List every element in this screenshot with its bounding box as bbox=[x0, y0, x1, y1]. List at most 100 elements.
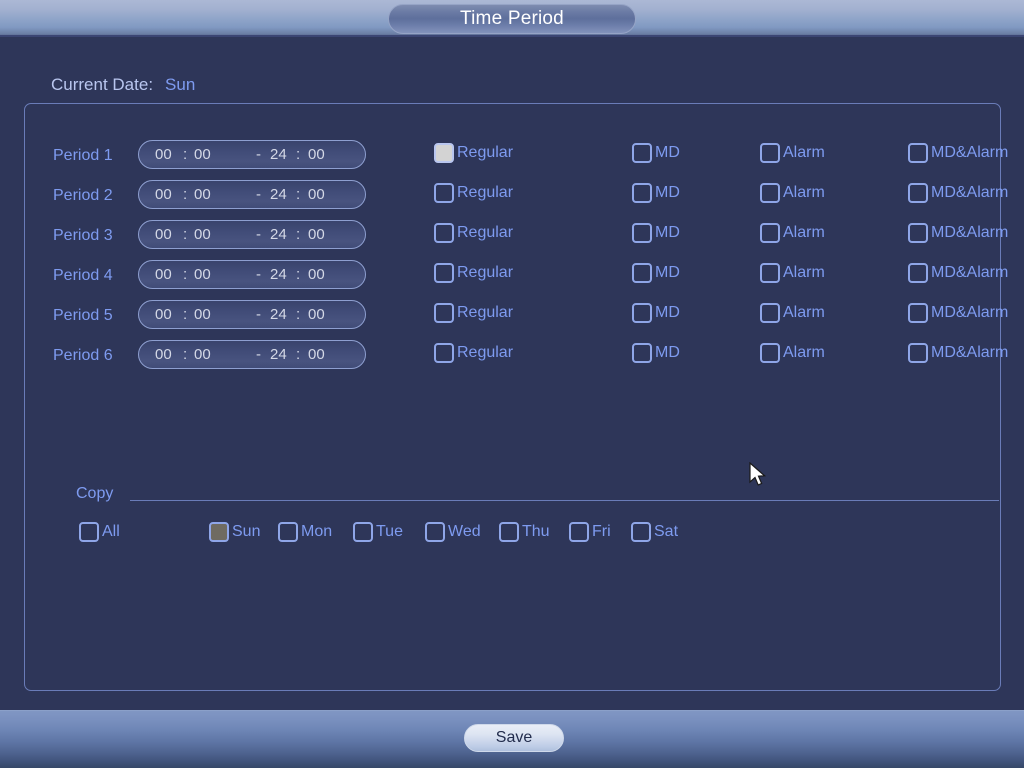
start-hour-input[interactable]: 00 bbox=[155, 146, 172, 163]
end-minute-input[interactable]: 00 bbox=[308, 266, 325, 283]
start-minute-input[interactable]: 00 bbox=[194, 266, 211, 283]
period-time-range-field[interactable]: 00:00-24:00 bbox=[138, 260, 366, 289]
time-colon-2: : bbox=[296, 226, 301, 243]
period-time-range-field[interactable]: 00:00-24:00 bbox=[138, 340, 366, 369]
checkbox-md[interactable]: MD bbox=[632, 223, 680, 243]
copy-day-tue[interactable]: Tue bbox=[353, 522, 403, 542]
checkbox-md-box[interactable] bbox=[632, 303, 652, 323]
copy-day-fri-box[interactable] bbox=[569, 522, 589, 542]
checkbox-mdalarm[interactable]: MD&Alarm bbox=[908, 303, 1008, 323]
checkbox-mdalarm[interactable]: MD&Alarm bbox=[908, 223, 1008, 243]
checkbox-mdalarm-box[interactable] bbox=[908, 263, 928, 283]
copy-day-wed[interactable]: Wed bbox=[425, 522, 481, 542]
checkbox-alarm[interactable]: Alarm bbox=[760, 303, 825, 323]
start-hour-input[interactable]: 00 bbox=[155, 346, 172, 363]
copy-day-fri[interactable]: Fri bbox=[569, 522, 611, 542]
checkbox-alarm-box[interactable] bbox=[760, 143, 780, 163]
checkbox-regular-box[interactable] bbox=[434, 223, 454, 243]
checkbox-mdalarm-box[interactable] bbox=[908, 143, 928, 163]
end-hour-input[interactable]: 24 bbox=[270, 186, 287, 203]
checkbox-md-box[interactable] bbox=[632, 223, 652, 243]
copy-day-mon[interactable]: Mon bbox=[278, 522, 332, 542]
checkbox-mdalarm-box[interactable] bbox=[908, 343, 928, 363]
checkbox-md-box[interactable] bbox=[632, 263, 652, 283]
start-hour-input[interactable]: 00 bbox=[155, 306, 172, 323]
start-hour-input[interactable]: 00 bbox=[155, 186, 172, 203]
checkbox-alarm[interactable]: Alarm bbox=[760, 343, 825, 363]
end-hour-input[interactable]: 24 bbox=[270, 306, 287, 323]
copy-day-mon-box[interactable] bbox=[278, 522, 298, 542]
checkbox-alarm[interactable]: Alarm bbox=[760, 183, 825, 203]
end-hour-input[interactable]: 24 bbox=[270, 346, 287, 363]
checkbox-md[interactable]: MD bbox=[632, 263, 680, 283]
copy-day-sat-box[interactable] bbox=[631, 522, 651, 542]
checkbox-regular-box[interactable] bbox=[434, 343, 454, 363]
end-minute-input[interactable]: 00 bbox=[308, 146, 325, 163]
copy-day-sat[interactable]: Sat bbox=[631, 522, 678, 542]
end-hour-input[interactable]: 24 bbox=[270, 226, 287, 243]
checkbox-regular[interactable]: Regular bbox=[434, 183, 513, 203]
copy-day-all-box[interactable] bbox=[79, 522, 99, 542]
save-button[interactable]: Save bbox=[464, 724, 564, 752]
checkbox-md-box[interactable] bbox=[632, 143, 652, 163]
checkbox-md-box[interactable] bbox=[632, 183, 652, 203]
checkbox-regular-box[interactable] bbox=[434, 263, 454, 283]
start-minute-input[interactable]: 00 bbox=[194, 346, 211, 363]
checkbox-alarm-box[interactable] bbox=[760, 223, 780, 243]
copy-day-sun-box[interactable] bbox=[209, 522, 229, 542]
checkbox-mdalarm-box[interactable] bbox=[908, 183, 928, 203]
end-minute-input[interactable]: 00 bbox=[308, 346, 325, 363]
period-time-range-field[interactable]: 00:00-24:00 bbox=[138, 300, 366, 329]
copy-day-all[interactable]: All bbox=[79, 522, 120, 542]
checkbox-regular[interactable]: Regular bbox=[434, 303, 513, 323]
checkbox-md-box[interactable] bbox=[632, 343, 652, 363]
checkbox-mdalarm[interactable]: MD&Alarm bbox=[908, 343, 1008, 363]
copy-day-tue-box[interactable] bbox=[353, 522, 373, 542]
end-hour-input[interactable]: 24 bbox=[270, 266, 287, 283]
checkbox-alarm-box[interactable] bbox=[760, 303, 780, 323]
checkbox-regular[interactable]: Regular bbox=[434, 143, 513, 163]
checkbox-regular[interactable]: Regular bbox=[434, 223, 513, 243]
checkbox-alarm-box[interactable] bbox=[760, 263, 780, 283]
checkbox-mdalarm[interactable]: MD&Alarm bbox=[908, 263, 1008, 283]
copy-day-wed-box[interactable] bbox=[425, 522, 445, 542]
checkbox-regular-box[interactable] bbox=[434, 303, 454, 323]
footer-top-border bbox=[0, 710, 1024, 711]
checkbox-alarm[interactable]: Alarm bbox=[760, 143, 825, 163]
checkbox-mdalarm-box[interactable] bbox=[908, 303, 928, 323]
checkbox-alarm[interactable]: Alarm bbox=[760, 223, 825, 243]
checkbox-mdalarm-label: MD&Alarm bbox=[931, 344, 1009, 361]
start-minute-input[interactable]: 00 bbox=[194, 146, 211, 163]
copy-day-thu[interactable]: Thu bbox=[499, 522, 550, 542]
copy-day-sun[interactable]: Sun bbox=[209, 522, 260, 542]
start-minute-input[interactable]: 00 bbox=[194, 186, 211, 203]
checkbox-alarm[interactable]: Alarm bbox=[760, 263, 825, 283]
checkbox-md[interactable]: MD bbox=[632, 303, 680, 323]
period-row: Period 3 00:00-24:00 Regular MD Alarm MD&Alar… bbox=[25, 219, 1008, 259]
checkbox-alarm-box[interactable] bbox=[760, 183, 780, 203]
checkbox-regular[interactable]: Regular bbox=[434, 343, 513, 363]
checkbox-regular[interactable]: Regular bbox=[434, 263, 513, 283]
start-minute-input[interactable]: 00 bbox=[194, 226, 211, 243]
time-colon-1: : bbox=[183, 226, 188, 243]
copy-day-thu-box[interactable] bbox=[499, 522, 519, 542]
start-hour-input[interactable]: 00 bbox=[155, 266, 172, 283]
end-minute-input[interactable]: 00 bbox=[308, 306, 325, 323]
start-minute-input[interactable]: 00 bbox=[194, 306, 211, 323]
end-hour-input[interactable]: 24 bbox=[270, 146, 287, 163]
period-time-range-field[interactable]: 00:00-24:00 bbox=[138, 140, 366, 169]
checkbox-mdalarm[interactable]: MD&Alarm bbox=[908, 183, 1008, 203]
start-hour-input[interactable]: 00 bbox=[155, 226, 172, 243]
checkbox-alarm-box[interactable] bbox=[760, 343, 780, 363]
checkbox-md[interactable]: MD bbox=[632, 183, 680, 203]
period-time-range-field[interactable]: 00:00-24:00 bbox=[138, 220, 366, 249]
end-minute-input[interactable]: 00 bbox=[308, 186, 325, 203]
checkbox-mdalarm-box[interactable] bbox=[908, 223, 928, 243]
checkbox-md[interactable]: MD bbox=[632, 343, 680, 363]
checkbox-mdalarm[interactable]: MD&Alarm bbox=[908, 143, 1008, 163]
checkbox-regular-box[interactable] bbox=[434, 143, 454, 163]
period-time-range-field[interactable]: 00:00-24:00 bbox=[138, 180, 366, 209]
checkbox-md[interactable]: MD bbox=[632, 143, 680, 163]
checkbox-regular-box[interactable] bbox=[434, 183, 454, 203]
end-minute-input[interactable]: 00 bbox=[308, 226, 325, 243]
